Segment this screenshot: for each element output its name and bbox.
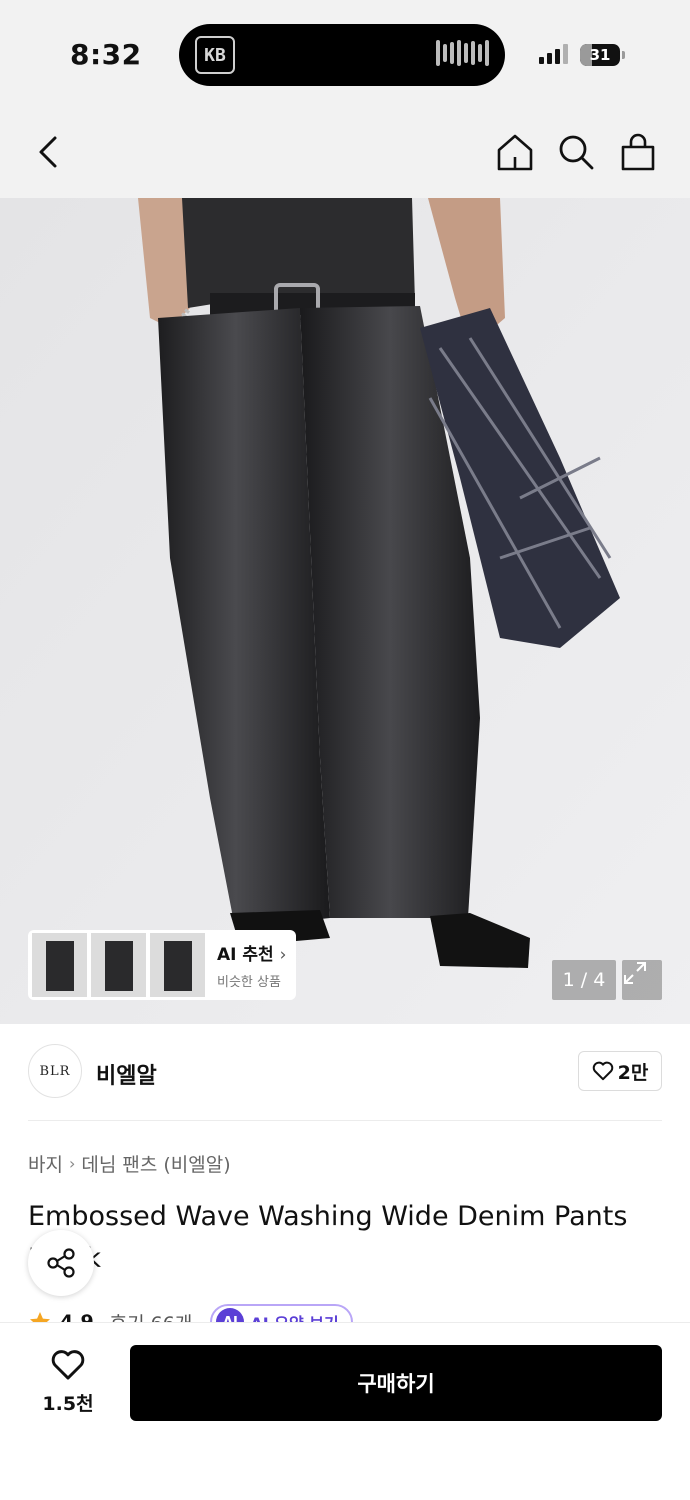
island-app-logo: KB bbox=[195, 36, 235, 74]
product-title: Embossed Wave Washing Wide Denim Pants B… bbox=[28, 1201, 628, 1274]
heart-icon bbox=[592, 1061, 613, 1081]
battery-tip bbox=[622, 51, 625, 59]
brand-logo[interactable]: BLR bbox=[28, 1044, 82, 1098]
brand-like-button[interactable]: 2만 bbox=[578, 1051, 662, 1091]
wishlist-button[interactable]: 1.5천 bbox=[28, 1349, 108, 1416]
shopping-bag-icon bbox=[621, 133, 655, 171]
battery-icon: 31 bbox=[580, 44, 620, 66]
breadcrumb-item-pants[interactable]: 바지 bbox=[28, 1150, 63, 1177]
app-header bbox=[0, 110, 690, 198]
recommend-thumbnail-1 bbox=[32, 933, 87, 997]
status-time: 8:32 bbox=[70, 38, 142, 71]
ai-recommend-subtitle: 비슷한 상품 bbox=[217, 975, 281, 990]
breadcrumb: 바지 › 데님 팬츠 (비엘알) bbox=[28, 1150, 231, 1177]
expand-image-button[interactable] bbox=[622, 960, 662, 1000]
product-photo bbox=[0, 198, 690, 1024]
bottom-action-bar: 1.5천 구매하기 bbox=[0, 1322, 690, 1500]
chevron-left-icon bbox=[39, 136, 57, 168]
search-icon bbox=[559, 135, 594, 170]
recommend-thumbnail-2 bbox=[91, 933, 146, 997]
divider bbox=[28, 1120, 662, 1121]
image-page-counter: 1 / 4 bbox=[552, 960, 616, 1000]
share-icon bbox=[47, 1248, 75, 1278]
recommend-thumbnail-3 bbox=[150, 933, 205, 997]
chevron-right-icon: › bbox=[279, 945, 287, 965]
cart-button[interactable] bbox=[614, 128, 662, 176]
home-icon bbox=[497, 134, 533, 171]
dynamic-island: KB bbox=[179, 24, 505, 86]
share-button[interactable] bbox=[28, 1230, 94, 1296]
chevron-right-icon: › bbox=[68, 1154, 76, 1173]
home-button[interactable] bbox=[491, 128, 539, 176]
back-button[interactable] bbox=[24, 128, 72, 176]
product-image-gallery[interactable]: AI 추천 › 비슷한 상품 1 / 4 bbox=[0, 198, 690, 1024]
status-bar: 8:32 KB 31 bbox=[0, 0, 690, 110]
heart-icon bbox=[51, 1350, 85, 1380]
battery-level: 31 bbox=[589, 46, 611, 64]
island-audio-bars-icon bbox=[436, 40, 489, 66]
ai-recommend-card[interactable]: AI 추천 › 비슷한 상품 bbox=[28, 930, 296, 1000]
breadcrumb-item-denim[interactable]: 데님 팬츠 (비엘알) bbox=[81, 1150, 230, 1177]
wishlist-count: 1.5천 bbox=[42, 1393, 94, 1415]
buy-button[interactable]: 구매하기 bbox=[130, 1345, 662, 1421]
ai-recommend-text: AI 추천 › 비슷한 상품 bbox=[217, 940, 286, 990]
search-button[interactable] bbox=[552, 128, 600, 176]
cellular-signal-icon bbox=[539, 44, 568, 64]
ai-recommend-title: AI 추천 › bbox=[217, 940, 286, 965]
expand-icon bbox=[624, 962, 646, 984]
brand-name[interactable]: 비엘알 bbox=[96, 1058, 157, 1090]
brand-like-count: 2만 bbox=[617, 1061, 649, 1084]
brand-row[interactable]: BLR 비엘알 2만 bbox=[28, 1044, 662, 1100]
ai-recommend-title-label: AI 추천 bbox=[217, 945, 274, 965]
